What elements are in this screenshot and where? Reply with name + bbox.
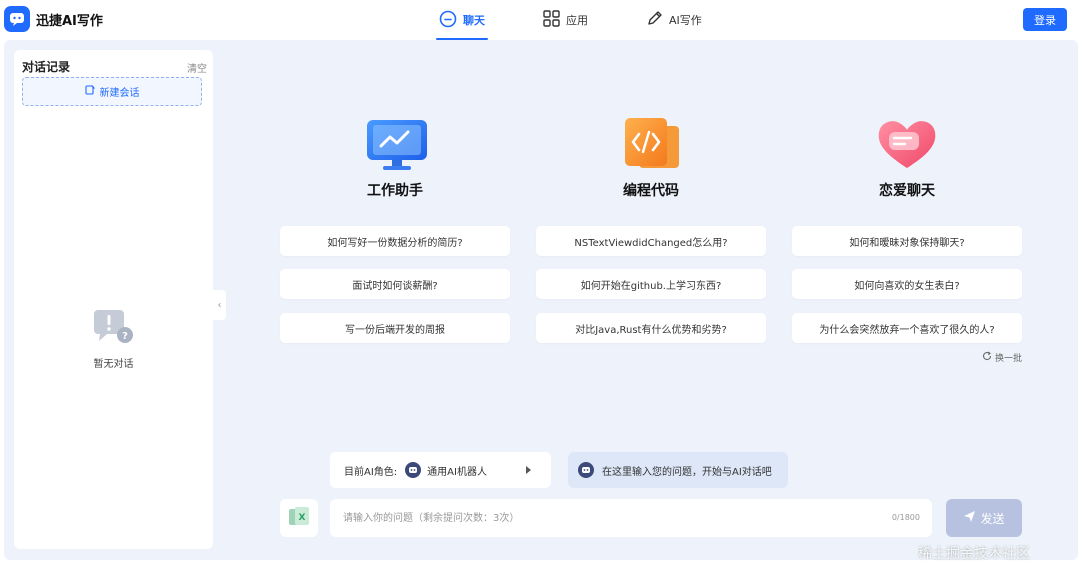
empty-history: ? 暂无对话 xyxy=(14,308,213,370)
suggested-question-card[interactable]: 对比Java,Rust有什么优势和劣势? xyxy=(536,313,766,343)
new-chat-button[interactable]: 新建会话 xyxy=(22,77,202,106)
suggested-question-card[interactable]: 如何开始在github.上学习东西? xyxy=(536,269,766,299)
top-navigation-bar: 迅捷AI写作 聊天 应用 AI写作 登录 xyxy=(0,0,1080,40)
chevron-left-icon: ‹ xyxy=(217,299,222,311)
new-chat-icon xyxy=(84,85,95,98)
new-chat-label: 新建会话 xyxy=(99,88,140,99)
suggested-question-card[interactable]: NSTextViewdidChanged怎么用? xyxy=(536,226,766,256)
login-button[interactable]: 登录 xyxy=(1023,8,1067,31)
category-title: 编程代码 xyxy=(623,183,679,199)
sidebar-title: 对话记录 xyxy=(22,60,71,74)
svg-text:X: X xyxy=(299,513,306,523)
heart-message-icon xyxy=(871,114,943,174)
pen-icon xyxy=(646,10,663,30)
suggested-question-card[interactable]: 如何和暧昧对象保持聊天? xyxy=(792,226,1022,256)
code-folder-icon xyxy=(615,114,687,174)
suggested-question-card[interactable]: 面试时如何谈薪酬? xyxy=(280,269,510,299)
send-button-label: 发送 xyxy=(980,511,1005,526)
chat-hint-text: 在这里输入您的问题，开始与AI对话吧 xyxy=(602,466,772,478)
nav-tab-apps-label: 应用 xyxy=(566,14,588,27)
category-title: 工作助手 xyxy=(367,183,423,199)
sidebar-collapse-toggle[interactable]: ‹ xyxy=(213,290,226,320)
send-plane-icon xyxy=(963,510,976,526)
suggested-question-card[interactable]: 如何向喜欢的女生表白? xyxy=(792,269,1022,299)
svg-text:?: ? xyxy=(122,331,128,342)
nav-tab-ai-writing[interactable]: AI写作 xyxy=(643,0,705,40)
chat-hint-bubble: 在这里输入您的问题，开始与AI对话吧 xyxy=(568,452,788,488)
nav-tab-chat-label: 聊天 xyxy=(463,14,485,27)
empty-history-text: 暂无对话 xyxy=(93,359,134,370)
nav-tab-ai-writing-label: AI写作 xyxy=(669,14,702,27)
category-title: 恋爱聊天 xyxy=(879,183,935,199)
suggested-question-card[interactable]: 为什么会突然放弃一个喜欢了很久的人? xyxy=(792,313,1022,343)
apps-grid-icon xyxy=(543,10,560,30)
question-input[interactable] xyxy=(330,499,850,537)
app-title: 迅捷AI写作 xyxy=(36,13,103,29)
watermark-text: 稀土掘金技术社区 xyxy=(918,546,1030,562)
caret-right-icon xyxy=(526,466,531,474)
empty-message-icon: ? xyxy=(92,308,136,349)
logo-icon xyxy=(4,6,30,32)
robot-avatar-icon xyxy=(578,462,594,478)
refresh-questions-button[interactable]: 换一批 xyxy=(982,351,1022,364)
char-counter: 0/1800 xyxy=(891,513,920,522)
upload-excel-button[interactable]: X xyxy=(280,499,318,537)
send-button[interactable]: 发送 xyxy=(946,499,1022,537)
chat-history-sidebar: 对话记录 清空 新建会话 ? 暂无对话 xyxy=(14,50,213,549)
refresh-label: 换一批 xyxy=(995,354,1023,364)
excel-file-icon: X xyxy=(287,506,311,531)
suggested-question-card[interactable]: 写一份后端开发的周报 xyxy=(280,313,510,343)
ai-role-name: 通用AI机器人 xyxy=(427,466,487,478)
refresh-icon xyxy=(982,351,992,364)
ai-role-selector[interactable]: 目前AI角色: 通用AI机器人 xyxy=(330,452,551,488)
suggested-question-card[interactable]: 如何写好一份数据分析的简历? xyxy=(280,226,510,256)
question-input-box: 0/1800 xyxy=(330,499,932,537)
app-logo[interactable]: 迅捷AI写作 xyxy=(4,6,103,32)
ai-role-label: 目前AI角色: xyxy=(344,466,398,478)
main-nav: 聊天 应用 AI写作 xyxy=(436,0,757,40)
robot-avatar-icon xyxy=(405,462,422,478)
chat-bubble-icon xyxy=(439,10,457,31)
monitor-chart-icon xyxy=(361,116,433,176)
nav-tab-chat[interactable]: 聊天 xyxy=(436,0,488,40)
clear-history-link[interactable]: 清空 xyxy=(187,60,207,75)
nav-tab-apps[interactable]: 应用 xyxy=(540,0,591,40)
